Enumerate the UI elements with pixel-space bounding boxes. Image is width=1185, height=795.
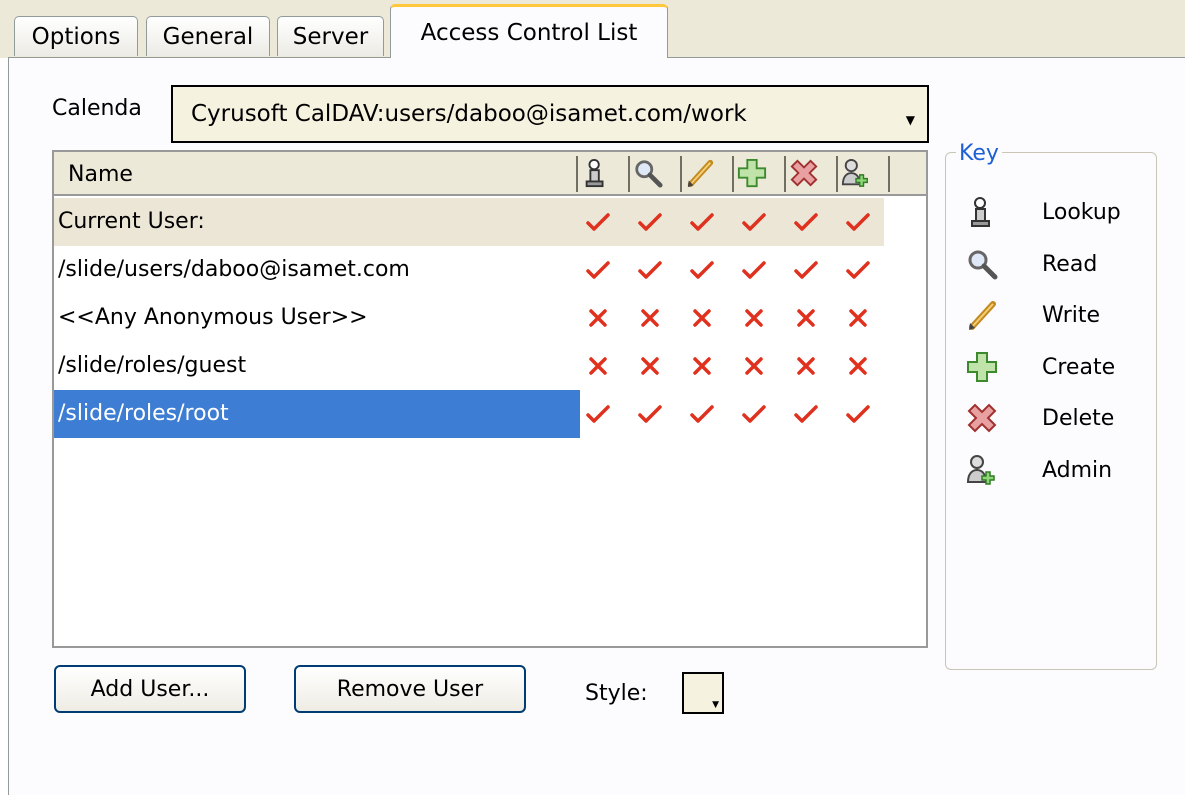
tab-options[interactable]: Options (14, 16, 138, 56)
cross-icon[interactable] (742, 354, 766, 378)
key-item-label: Read (1042, 251, 1098, 277)
cross-icon[interactable] (794, 306, 818, 330)
column-separator[interactable] (784, 156, 786, 192)
cross-icon[interactable] (586, 354, 610, 378)
key-item: Write (966, 297, 1146, 337)
key-item-label: Admin (1042, 457, 1113, 483)
check-icon[interactable] (690, 402, 714, 426)
tab-access-control-list[interactable]: Access Control List (390, 4, 668, 58)
cross-icon[interactable] (690, 354, 714, 378)
cross-icon[interactable] (846, 354, 870, 378)
cross-icon[interactable] (690, 306, 714, 330)
admin-icon[interactable] (841, 158, 871, 188)
column-separator[interactable] (680, 156, 682, 192)
lookup-icon[interactable] (581, 158, 611, 188)
table-header: Name (54, 152, 926, 196)
style-picker[interactable]: ▼ (682, 672, 724, 714)
check-icon[interactable] (794, 402, 818, 426)
delete-icon (966, 402, 998, 434)
key-item-label: Write (1042, 303, 1101, 328)
cross-icon[interactable] (794, 354, 818, 378)
row-name: /slide/users/daboo@isamet.com (58, 257, 410, 282)
calendar-value: Cyrusoft CalDAV:users/daboo@isamet.com/w… (191, 101, 747, 127)
check-icon[interactable] (742, 210, 766, 234)
check-icon[interactable] (586, 210, 610, 234)
read-icon[interactable] (633, 158, 663, 188)
row-name: Current User: (58, 209, 205, 234)
check-icon[interactable] (690, 258, 714, 282)
delete-icon[interactable] (789, 158, 819, 188)
check-icon[interactable] (794, 210, 818, 234)
row-name: /slide/roles/root (54, 390, 580, 438)
key-title: Key (956, 141, 1002, 166)
admin-icon (966, 454, 998, 486)
table-row[interactable]: <<Any Anonymous User>> (54, 294, 884, 342)
check-icon[interactable] (742, 402, 766, 426)
column-separator[interactable] (576, 156, 578, 192)
check-icon[interactable] (846, 402, 870, 426)
tab-general[interactable]: General (146, 16, 270, 56)
table-row[interactable]: /slide/roles/guest (54, 342, 884, 390)
row-name: /slide/roles/guest (58, 353, 247, 378)
remove-user-button[interactable]: Remove User (294, 665, 526, 713)
key-item: Create (966, 349, 1146, 389)
chevron-down-icon: ▼ (712, 700, 719, 710)
check-icon[interactable] (638, 258, 662, 282)
cross-icon[interactable] (742, 306, 766, 330)
write-icon (966, 299, 998, 331)
create-icon (966, 351, 998, 383)
key-item-label: Create (1042, 354, 1116, 380)
cross-icon[interactable] (846, 306, 870, 330)
column-separator[interactable] (732, 156, 734, 192)
check-icon[interactable] (690, 210, 714, 234)
calendar-label: Calenda (52, 96, 142, 121)
check-icon[interactable] (586, 258, 610, 282)
style-label: Style: (585, 681, 648, 706)
acl-table: Name Current User: /slide/users/daboo@isa… (52, 150, 928, 648)
write-icon[interactable] (685, 158, 715, 188)
column-header-name[interactable]: Name (68, 162, 133, 187)
key-item: Read (966, 246, 1146, 286)
cross-icon[interactable] (638, 306, 662, 330)
column-separator[interactable] (628, 156, 630, 192)
table-row[interactable]: /slide/users/daboo@isamet.com (54, 246, 884, 294)
read-icon (966, 248, 998, 280)
row-name: <<Any Anonymous User>> (58, 305, 368, 330)
create-icon[interactable] (737, 158, 767, 188)
check-icon[interactable] (846, 258, 870, 282)
check-icon[interactable] (846, 210, 870, 234)
column-separator[interactable] (836, 156, 838, 192)
key-item-label: Delete (1042, 406, 1115, 431)
table-row[interactable]: Current User: (54, 198, 884, 246)
cross-icon[interactable] (586, 306, 610, 330)
check-icon[interactable] (794, 258, 818, 282)
key-item: Lookup (966, 194, 1146, 234)
cross-icon[interactable] (638, 354, 662, 378)
table-row[interactable]: /slide/roles/root (54, 390, 884, 438)
column-separator[interactable] (888, 156, 890, 192)
add-user-button[interactable]: Add User... (54, 665, 246, 713)
chevron-down-icon: ▼ (905, 113, 915, 127)
tab-server[interactable]: Server (277, 16, 384, 56)
tab-bar: Options General Server Access Control Li… (0, 0, 1185, 58)
key-item-label: Lookup (1042, 200, 1121, 225)
check-icon[interactable] (586, 402, 610, 426)
lookup-icon (966, 196, 998, 228)
check-icon[interactable] (638, 402, 662, 426)
calendar-select[interactable]: Cyrusoft CalDAV:users/daboo@isamet.com/w… (171, 85, 929, 143)
check-icon[interactable] (742, 258, 766, 282)
key-item: Admin (966, 452, 1146, 492)
check-icon[interactable] (638, 210, 662, 234)
key-item: Delete (966, 400, 1146, 440)
